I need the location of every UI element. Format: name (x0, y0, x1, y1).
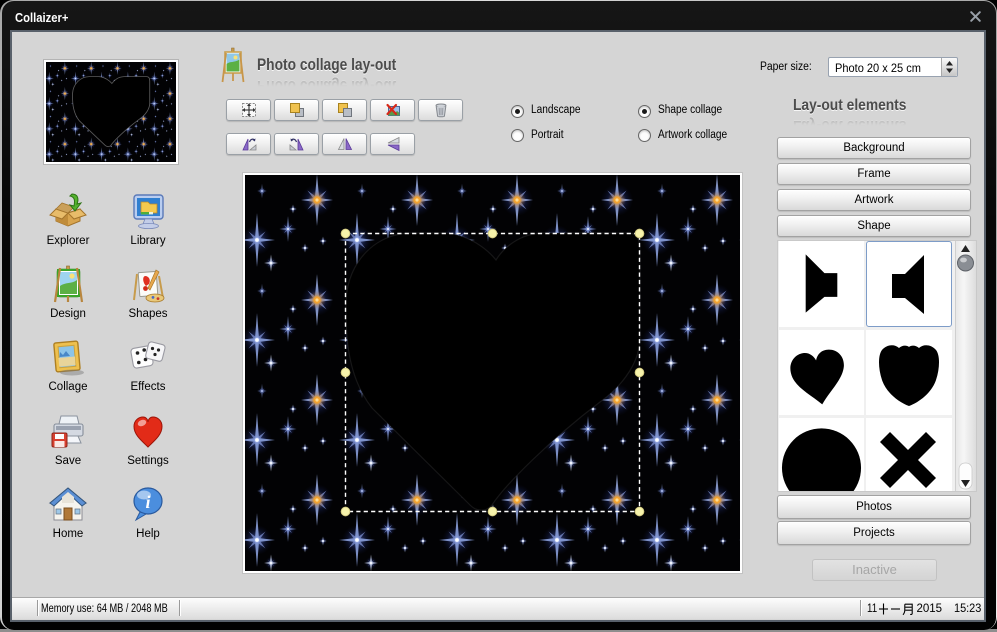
svg-text:i: i (145, 492, 150, 512)
